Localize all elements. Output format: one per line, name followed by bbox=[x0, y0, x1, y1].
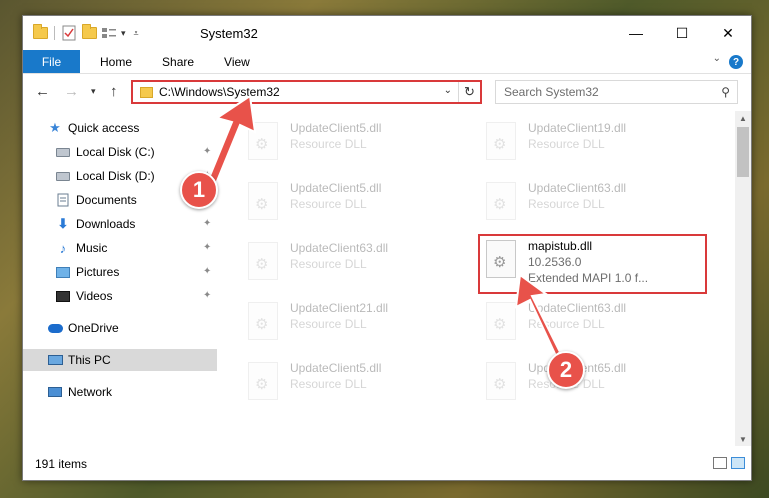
arrow-2 bbox=[514, 273, 562, 358]
annotation-badge-2: 2 bbox=[547, 351, 585, 389]
arrow-1 bbox=[205, 94, 257, 188]
annotation-badge-1: 1 bbox=[180, 171, 218, 209]
annotation-arrows bbox=[205, 94, 562, 358]
